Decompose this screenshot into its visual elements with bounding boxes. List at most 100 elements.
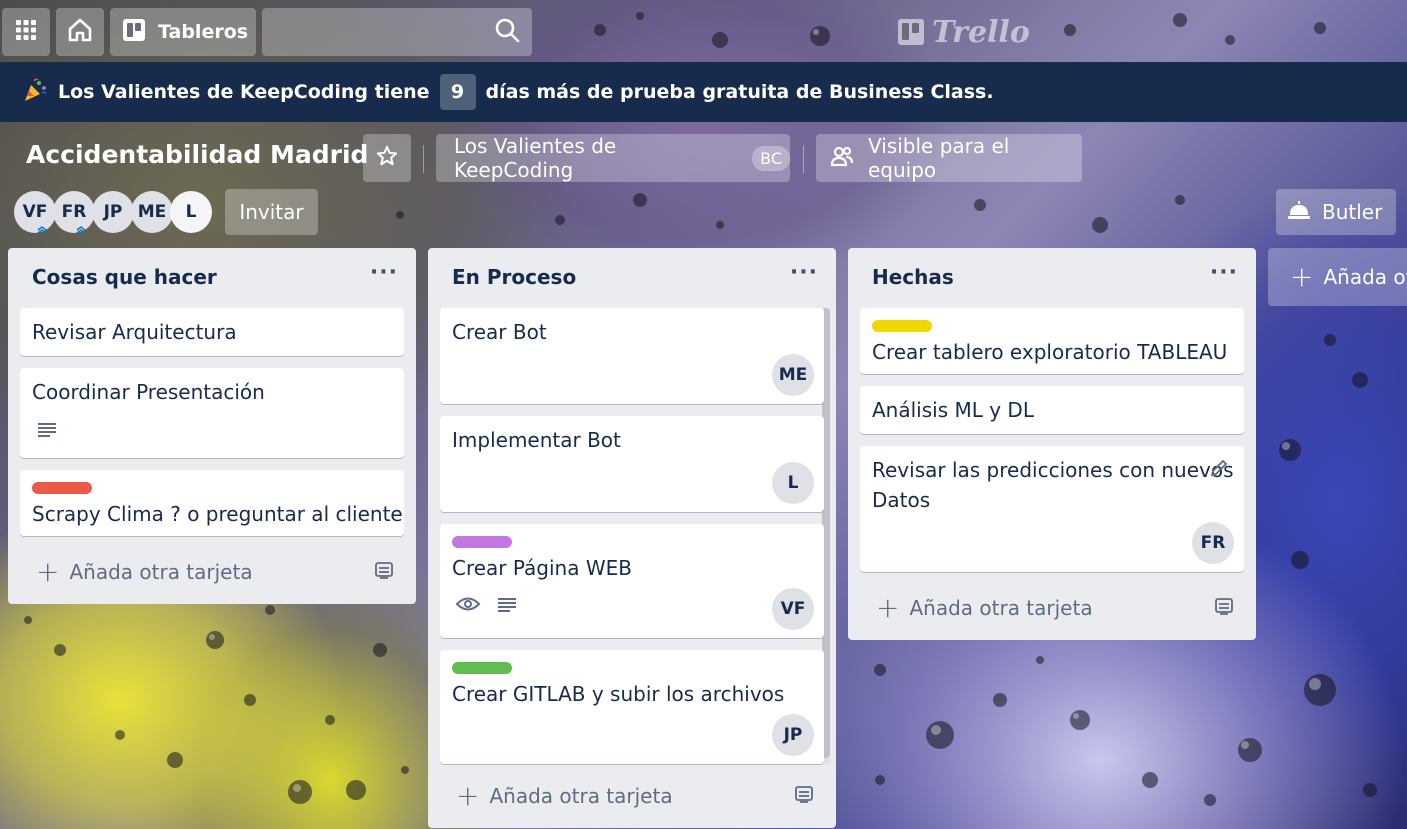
card-label-yellow[interactable] — [872, 320, 932, 332]
list-title[interactable]: Hechas — [872, 265, 954, 289]
plus-icon: + — [456, 779, 480, 812]
card-member-avatar[interactable]: L — [772, 462, 814, 504]
home-button[interactable] — [56, 8, 104, 56]
logo-text: Trello — [932, 14, 1030, 50]
card-template-icon[interactable] — [794, 784, 814, 809]
board-title[interactable]: Accidentabilidad Madrid — [26, 140, 368, 169]
card-title: Coordinar Presentación — [32, 380, 265, 404]
list-menu-icon[interactable]: ··· — [370, 260, 398, 285]
list-hechas: Hechas ··· Crear tablero exploratorio TA… — [848, 248, 1256, 640]
description-icon — [498, 597, 518, 617]
home-icon — [67, 18, 93, 46]
card-member-avatar[interactable]: VF — [772, 588, 814, 630]
member-avatar[interactable]: ME — [131, 191, 173, 233]
invite-button[interactable]: Invitar — [225, 189, 318, 235]
list-header: En Proceso ··· — [428, 248, 836, 306]
add-card-label: Añada otra tarjeta — [909, 596, 1093, 620]
list-en-proceso: En Proceso ··· Crear Bot ME Implementar … — [428, 248, 836, 828]
plus-icon: + — [36, 555, 60, 588]
trial-days-badge: 9 — [439, 74, 476, 110]
trello-mark-icon — [898, 19, 924, 45]
card-label-purple[interactable] — [452, 536, 512, 548]
card-title-line2: Datos — [872, 488, 931, 512]
add-card-label: Añada otra tarjeta — [489, 784, 673, 808]
list-title[interactable]: En Proceso — [452, 265, 576, 289]
card-title: Scrapy Clima ? o preguntar al cliente — [32, 502, 403, 526]
top-bar: Tableros Trello — [0, 0, 1407, 62]
card[interactable]: Análisis ML y DL — [860, 386, 1244, 434]
boards-button[interactable]: Tableros — [110, 8, 256, 56]
butler-button[interactable]: Butler — [1276, 189, 1396, 235]
card-template-icon[interactable] — [1214, 596, 1234, 621]
butler-bell-icon — [1288, 200, 1310, 225]
card-title: Crear GITLAB y subir los archivos — [452, 682, 785, 706]
card[interactable]: Revisar las predicciones con nuevos Dato… — [860, 446, 1244, 572]
card[interactable]: Crear Bot ME — [440, 308, 824, 404]
card[interactable]: Implementar Bot L — [440, 416, 824, 512]
card-title-line1: Revisar las predicciones con nuevos — [872, 458, 1234, 482]
card-member-avatar[interactable]: ME — [772, 354, 814, 396]
card-label-red[interactable] — [32, 482, 92, 494]
list-menu-icon[interactable]: ··· — [1210, 260, 1238, 285]
admin-chevron-icon — [37, 226, 47, 234]
member-avatar[interactable]: L — [170, 191, 212, 233]
apps-switcher-button[interactable] — [2, 8, 50, 56]
card-title: Crear Bot — [452, 320, 547, 344]
search-icon — [494, 17, 520, 47]
team-name: Los Valientes de KeepCoding — [454, 134, 617, 182]
list-title[interactable]: Cosas que hacer — [32, 265, 217, 289]
pencil-edit-icon[interactable] — [1210, 459, 1228, 481]
team-button[interactable]: Los Valientes de KeepCoding BC — [436, 134, 790, 182]
banner-text-after: días más de prueba gratuita de Business … — [485, 81, 994, 103]
butler-label: Butler — [1322, 200, 1383, 224]
card[interactable]: Coordinar Presentación — [20, 368, 404, 458]
visibility-label: Visible para el equipo — [868, 134, 1010, 182]
star-icon — [376, 145, 398, 172]
card-title: Análisis ML y DL — [872, 398, 1034, 422]
add-card-button[interactable]: + Añada otra tarjeta — [860, 586, 1244, 630]
card-member-avatar[interactable]: JP — [772, 714, 814, 756]
add-card-label: Añada otra tarjeta — [69, 560, 253, 584]
plus-icon: + — [1290, 260, 1314, 293]
grid-icon — [15, 19, 37, 45]
party-popper-icon — [22, 77, 48, 108]
member-avatar[interactable]: VF — [14, 191, 56, 234]
boards-label: Tableros — [158, 21, 249, 43]
card[interactable]: Crear GITLAB y subir los archivos JP — [440, 650, 824, 764]
trello-logo[interactable]: Trello — [898, 12, 1030, 52]
add-card-button[interactable]: + Añada otra tarjeta — [20, 550, 404, 594]
header-divider — [803, 145, 804, 173]
add-list-label: Añada otra lista — [1323, 265, 1407, 289]
description-icon — [38, 422, 58, 442]
board-icon — [122, 18, 146, 47]
card-label-green[interactable] — [452, 662, 512, 674]
member-avatar[interactable]: JP — [92, 191, 134, 233]
add-card-button[interactable]: + Añada otra tarjeta — [440, 774, 824, 818]
list-menu-icon[interactable]: ··· — [790, 260, 818, 285]
visibility-button[interactable]: Visible para el equipo — [816, 134, 1082, 182]
list-header: Cosas que hacer ··· — [8, 248, 416, 306]
star-board-button[interactable] — [363, 134, 411, 182]
card-title: Revisar Arquitectura — [32, 320, 237, 344]
search-input[interactable] — [262, 8, 532, 56]
card-member-avatar[interactable]: FR — [1192, 522, 1234, 564]
card-title: Crear tablero exploratorio TABLEAU — [872, 340, 1228, 364]
list-cosas-que-hacer: Cosas que hacer ··· Revisar Arquitectura… — [8, 248, 416, 604]
card-template-icon[interactable] — [374, 560, 394, 585]
trial-banner: Los Valientes de KeepCoding tiene 9 días… — [0, 62, 1407, 122]
list-header: Hechas ··· — [848, 248, 1256, 306]
board-members: VF FR JP ME L — [14, 191, 212, 234]
admin-chevron-icon — [76, 226, 86, 234]
card[interactable]: Revisar Arquitectura — [20, 308, 404, 356]
card[interactable]: Crear tablero exploratorio TABLEAU — [860, 308, 1244, 374]
team-visibility-icon — [830, 145, 854, 172]
business-class-badge: BC — [752, 145, 790, 171]
card[interactable]: Crear Página WEB VF — [440, 524, 824, 638]
add-list-button[interactable]: + Añada otra lista — [1268, 248, 1407, 306]
card[interactable]: Scrapy Clima ? o preguntar al cliente — [20, 470, 404, 536]
plus-icon: + — [876, 591, 900, 624]
member-avatar[interactable]: FR — [53, 191, 95, 234]
eye-icon — [455, 596, 481, 616]
card-title: Crear Página WEB — [452, 556, 632, 580]
banner-text-before: Los Valientes de KeepCoding tiene — [58, 81, 430, 103]
